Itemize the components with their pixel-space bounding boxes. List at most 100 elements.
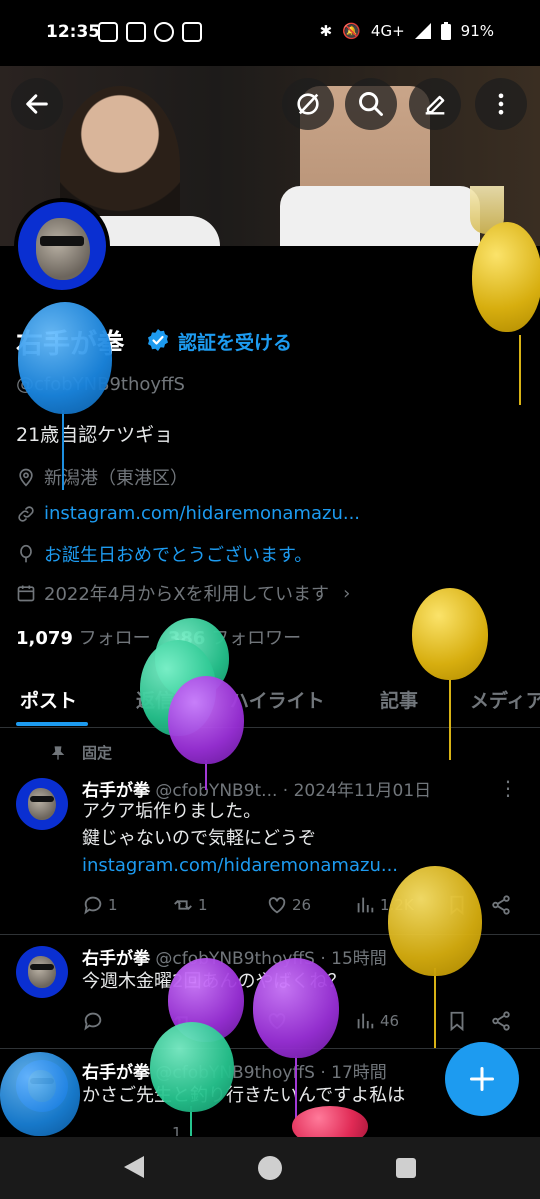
share-icon — [492, 1011, 510, 1031]
tweet-time: · 15時間 — [320, 949, 387, 969]
signal-icon — [414, 23, 431, 39]
system-nav-bar — [0, 1137, 540, 1199]
reply-icon — [84, 1012, 102, 1031]
tweet-avatar[interactable] — [16, 946, 68, 998]
link-icon — [18, 505, 34, 522]
tweet-more-icon[interactable]: ⋮ — [498, 776, 518, 800]
tweet-author[interactable]: 右手が拳 — [82, 949, 150, 969]
repost-button[interactable]: 1 — [172, 1124, 182, 1136]
tweet-text: かさご先生と釣り行きたいんですよ私は — [82, 1082, 405, 1109]
repost-button[interactable]: 1 — [172, 894, 208, 916]
balloon-yellow — [412, 588, 488, 680]
website-row[interactable]: instagram.com/hidaremonamazu... — [16, 503, 360, 524]
share-button[interactable] — [490, 1010, 512, 1032]
like-button[interactable]: 26 — [266, 894, 311, 916]
tab-articles[interactable]: 記事 — [380, 686, 418, 713]
share-button[interactable] — [490, 894, 512, 916]
balloon-blue — [0, 1052, 80, 1136]
reply-button[interactable] — [82, 1010, 104, 1032]
website-link[interactable]: instagram.com/hidaremonamazu... — [44, 503, 360, 524]
reply-button[interactable]: 1 — [82, 894, 118, 916]
grok-icon — [297, 93, 319, 115]
plus-icon — [469, 1066, 495, 1092]
calendar-icon — [17, 585, 35, 602]
like-icon — [268, 897, 286, 914]
notification-icon — [126, 22, 146, 42]
notification-icons — [98, 22, 202, 42]
tweet-avatar[interactable] — [16, 778, 68, 830]
battery-icon — [440, 22, 451, 40]
views-icon — [357, 1013, 374, 1029]
tab-highlights[interactable]: ハイライト — [230, 686, 325, 713]
search-icon — [359, 92, 383, 116]
status-time: 12:35 — [46, 22, 101, 42]
notification-icon — [154, 22, 174, 42]
more-icon — [498, 93, 504, 115]
more-button[interactable] — [475, 78, 527, 130]
joined-row[interactable]: 2022年4月からXを利用しています › — [16, 580, 350, 606]
network-label: 4G+ — [370, 22, 405, 40]
reply-icon — [84, 896, 102, 915]
tweet-header: 右手が拳 @cfobYNB9thoyffS · 17時間 — [82, 1058, 387, 1083]
following-label[interactable]: フォロー — [79, 628, 151, 649]
search-button[interactable] — [345, 78, 397, 130]
back-button[interactable] — [11, 78, 63, 130]
repost-count: 1 — [198, 896, 208, 914]
status-bar: 12:35 ✱ 🔕 4G+ 91% — [0, 0, 540, 66]
get-verified-link[interactable]: 認証を受ける — [178, 328, 292, 355]
bluetooth-icon: ✱ — [319, 22, 333, 40]
bookmark-button[interactable] — [446, 1010, 468, 1032]
tweet-header: 右手が拳 @cfobYNB9thoyffS · 15時間 — [82, 944, 387, 969]
balloon-purple — [253, 958, 339, 1058]
tweet-author[interactable]: 右手が拳 — [82, 1063, 150, 1083]
repost-count: 1 — [172, 1124, 182, 1136]
birthday-text[interactable]: お誕生日おめでとうございます。 — [44, 541, 312, 567]
tweet-link[interactable]: instagram.com/hidaremonamazu... — [82, 852, 398, 879]
view-count: 46 — [380, 1012, 400, 1030]
repost-icon — [174, 900, 192, 910]
birthday-row[interactable]: お誕生日おめでとうございます。 — [16, 541, 312, 567]
bookmark-icon — [450, 1011, 464, 1032]
following-count[interactable]: 1,079 — [16, 628, 73, 649]
battery-level: 91% — [460, 22, 494, 40]
tweet-line: かさご先生と釣り行きたいんですよ私は — [82, 1085, 406, 1106]
edit-icon — [425, 95, 445, 115]
balloon-yellow — [472, 222, 540, 332]
balloon-blue — [18, 302, 112, 414]
views-icon — [357, 897, 374, 913]
tweet-line: 鍵じゃないので気軽にどうぞ — [82, 828, 316, 849]
chevron-right-icon: › — [343, 582, 351, 604]
status-right: ✱ 🔕 4G+ 91% — [320, 22, 494, 40]
nav-home-icon[interactable] — [258, 1156, 282, 1180]
balloon-yellow — [388, 866, 482, 976]
grok-button[interactable] — [282, 78, 334, 130]
mute-icon: 🔕 — [342, 22, 361, 40]
download-icon — [182, 22, 202, 42]
verified-icon[interactable] — [146, 328, 170, 352]
reply-count: 1 — [108, 896, 118, 914]
compose-button[interactable] — [445, 1042, 519, 1116]
nav-back-icon[interactable] — [124, 1156, 144, 1178]
tweet-text: アクア垢作りました。 鍵じゃないので気軽にどうぞ instagram.com/h… — [82, 798, 398, 879]
notification-icon — [98, 22, 118, 42]
views-button[interactable]: 46 — [354, 1010, 399, 1032]
tab-posts[interactable]: ポスト — [20, 686, 77, 713]
profile-avatar[interactable] — [14, 198, 110, 294]
tab-media[interactable]: メディア — [470, 686, 540, 713]
like-count: 26 — [292, 896, 312, 914]
balloon-icon — [20, 544, 32, 563]
profile-tabs: ポスト 返信 ハイライト 記事 メディア — [0, 672, 540, 728]
location-icon — [19, 468, 33, 487]
pin-icon — [51, 745, 65, 760]
edit-button[interactable] — [409, 78, 461, 130]
location-text: 新潟港（東港区） — [44, 468, 188, 489]
profile-bio: 21歳自認ケツギョ — [16, 424, 174, 446]
nav-recents-icon[interactable] — [396, 1158, 416, 1178]
active-tab-indicator — [16, 722, 88, 726]
joined-text: 2022年4月からXを利用しています — [44, 584, 330, 605]
location-row: 新潟港（東港区） — [16, 464, 188, 490]
pinned-label: 固定 — [50, 742, 112, 763]
balloon-purple — [168, 676, 244, 764]
back-arrow-icon — [26, 94, 48, 114]
balloon-green — [150, 1022, 234, 1112]
